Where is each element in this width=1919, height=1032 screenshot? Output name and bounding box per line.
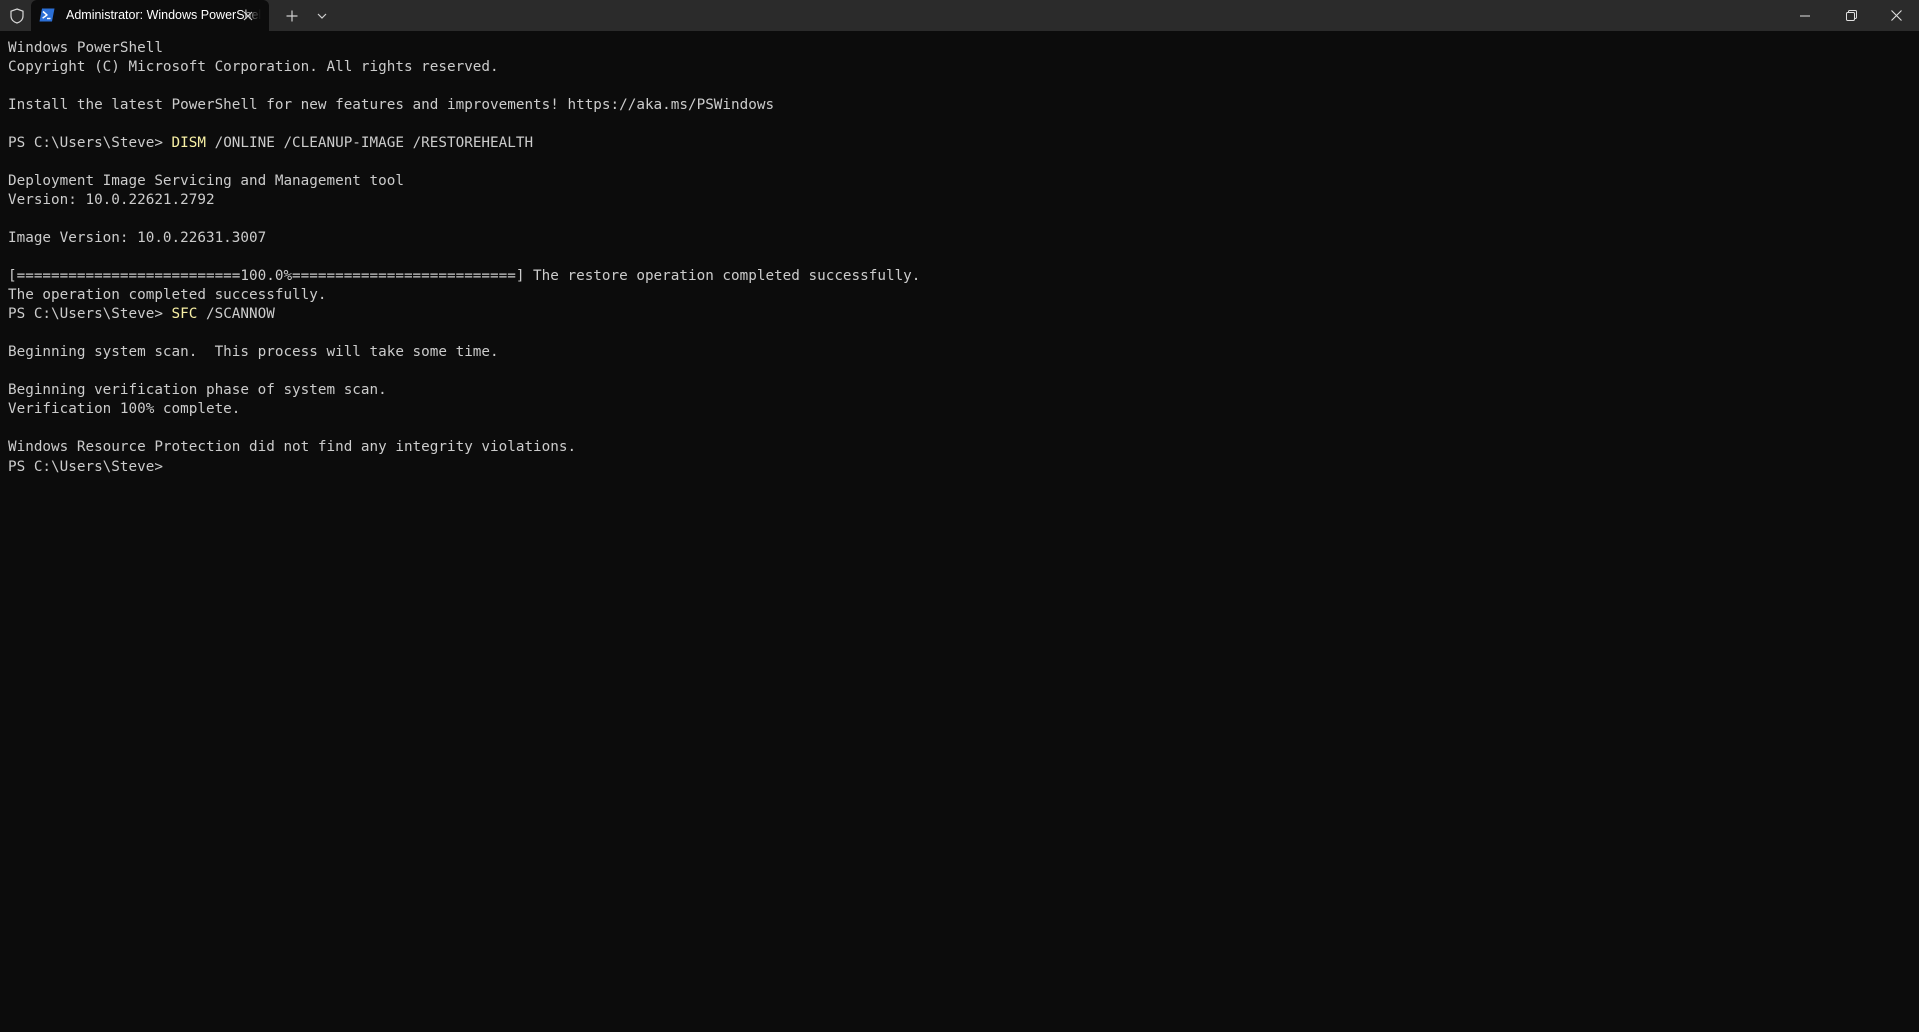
command-args: /SCANNOW [197, 306, 275, 322]
command-name: SFC [171, 306, 198, 322]
minimize-icon[interactable] [1782, 0, 1828, 31]
chevron-down-icon[interactable] [310, 4, 334, 28]
output-line: Verification 100% complete. [8, 401, 241, 417]
prompt-line: PS C:\Users\Steve> DISM /ONLINE /CLEANUP… [8, 134, 1908, 153]
tab-title: Administrator: Windows PowerShell [66, 8, 261, 22]
command-name: DISM [171, 135, 206, 151]
terminal-window: Administrator: Windows PowerShell Window… [0, 0, 1919, 1032]
restore-icon[interactable] [1828, 0, 1874, 31]
powershell-icon [39, 8, 55, 22]
output-line: Deployment Image Servicing and Managemen… [8, 173, 404, 189]
output-line: Image Version: 10.0.22631.3007 [8, 230, 267, 246]
terminal-output[interactable]: Windows PowerShell Copyright (C) Microsof… [8, 39, 1908, 1019]
output-line: Windows PowerShell [8, 40, 163, 56]
prompt-line: PS C:\Users\Steve> SFC /SCANNOW [8, 305, 1908, 324]
output-line: Beginning system scan. This process will… [8, 344, 499, 360]
prompt: PS C:\Users\Steve> [8, 459, 172, 475]
close-icon[interactable] [238, 6, 258, 26]
prompt: PS C:\Users\Steve> [8, 306, 172, 322]
output-line: The operation completed successfully. [8, 287, 327, 303]
plus-icon[interactable] [280, 4, 304, 28]
prompt: PS C:\Users\Steve> [8, 135, 172, 151]
output-line: Windows Resource Protection did not find… [8, 439, 577, 455]
output-line: Install the latest PowerShell for new fe… [8, 97, 775, 113]
output-line: Version: 10.0.22621.2792 [8, 192, 215, 208]
output-line: [==========================100.0%=======… [8, 268, 921, 284]
output-line: Beginning verification phase of system s… [8, 382, 387, 398]
tab-powershell[interactable]: Administrator: Windows PowerShell [31, 0, 269, 31]
close-icon[interactable] [1873, 0, 1919, 31]
command-args: /ONLINE /CLEANUP-IMAGE /RESTOREHEALTH [205, 135, 534, 151]
output-line: Copyright (C) Microsoft Corporation. All… [8, 59, 499, 75]
prompt-line: PS C:\Users\Steve> [8, 457, 1908, 476]
title-bar[interactable]: Administrator: Windows PowerShell [0, 0, 1919, 31]
shield-icon[interactable] [6, 5, 28, 27]
text-cursor [172, 457, 181, 474]
